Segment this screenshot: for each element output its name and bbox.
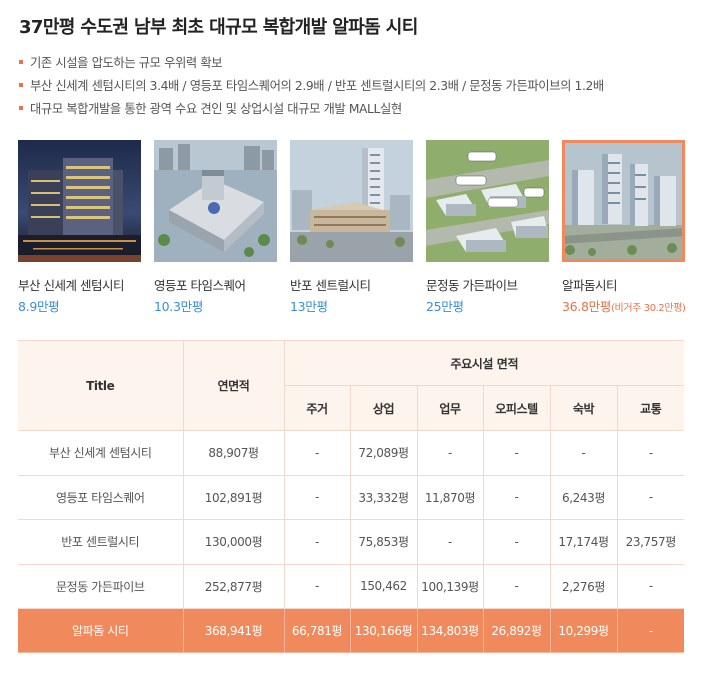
table-cell: - (284, 474, 351, 520)
subcolumn-header: 업무 (417, 385, 484, 431)
card-name: 알파돔시티 (562, 278, 618, 293)
table-cell: 150,462 (350, 563, 418, 609)
card-name: 문정동 가든파이브 (426, 278, 518, 293)
row-area: 130,000평 (183, 519, 285, 565)
table-cell: - (617, 563, 685, 609)
table-cell: - (550, 430, 618, 476)
subcolumn-header: 주거 (284, 385, 351, 431)
terminal-tower-rendering (290, 140, 413, 262)
card-size: 10.3만평 (154, 299, 204, 314)
row-area: 88,907평 (183, 430, 285, 476)
table-cell: 17,174평 (550, 519, 618, 565)
table-cell: 66,781평 (284, 608, 351, 653)
bullet-text: 기존 시설을 압도하는 규모 우위력 확보 (30, 56, 223, 70)
comparison-card-alphadom: 알파돔시티 36.8만평(비거주 30.2만평) (562, 140, 686, 315)
table-cell: 23,757평 (617, 519, 685, 565)
table-cell: - (417, 519, 484, 565)
card-size: 13만평 (290, 299, 328, 314)
column-header-area: 연면적 (183, 340, 285, 431)
table-cell: 33,332평 (350, 474, 418, 520)
bullet-item: 대규모 복합개발을 통한 광역 수요 견인 및 상업시설 대규모 개발 MALL… (19, 98, 604, 121)
row-area: 252,877평 (183, 563, 285, 609)
square-bullet-icon (19, 105, 23, 110)
bullet-text: 부산 신세계 센텀시티의 3.4배 / 영등포 타임스퀘어의 2.9배 / 반포… (30, 79, 604, 93)
table-row-highlight: 알파돔 시티 368,941평 66,781평 130,166평 134,803… (18, 608, 685, 653)
bullet-item: 부산 신세계 센텀시티의 3.4배 / 영등포 타임스퀘어의 2.9배 / 반포… (19, 75, 604, 98)
table-cell: 6,243평 (550, 474, 618, 520)
department-store-night-photo (18, 140, 141, 262)
subcolumn-header: 오피스텔 (483, 385, 551, 431)
table-cell: - (483, 474, 551, 520)
table-header-row: Title 연면적 주요시설 면적 (18, 340, 685, 431)
table-cell: 75,853평 (350, 519, 418, 565)
bullet-item: 기존 시설을 압도하는 규모 우위력 확보 (19, 52, 604, 75)
comparison-card-centum: 부산 신세계 센텀시티 8.9만평 (18, 140, 141, 315)
column-header-title: Title (18, 340, 184, 431)
row-name: 부산 신세계 센텀시티 (18, 430, 184, 476)
table-cell: 11,870평 (417, 474, 484, 520)
table-cell: 2,276평 (550, 563, 618, 609)
subcolumn-header: 교통 (617, 385, 685, 431)
comparison-card-timesquare: 영등포 타임스퀘어 10.3만평 (154, 140, 277, 315)
table-cell: - (483, 563, 551, 609)
card-size: 25만평 (426, 299, 464, 314)
table-cell: - (483, 519, 551, 565)
comparison-card-gardenfive: 문정동 가든파이브 25만평 (426, 140, 549, 315)
complex-map-rendering (426, 140, 549, 262)
bullet-text: 대규모 복합개발을 통한 광역 수요 견인 및 상업시설 대규모 개발 MALL… (30, 102, 402, 116)
table-row: 영등포 타임스퀘어 102,891평 - 33,332평 11,870평 - 6… (18, 474, 685, 520)
table-cell: - (284, 519, 351, 565)
table-cell: 130,166평 (350, 608, 418, 653)
card-size: 8.9만평 (18, 299, 60, 314)
card-name: 영등포 타임스퀘어 (154, 278, 246, 293)
table-cell: - (284, 430, 351, 476)
square-bullet-icon (19, 59, 23, 64)
row-name: 문정동 가든파이브 (18, 563, 184, 609)
comparison-card-centralcity: 반포 센트럴시티 13만평 (290, 140, 413, 315)
square-bullet-icon (19, 82, 23, 87)
page-title: 37만평 수도권 남부 최초 대규모 복합개발 알파돔 시티 (19, 17, 418, 38)
card-size-note: (비거주 30.2만평) (611, 303, 686, 314)
table-cell: - (617, 474, 685, 520)
table-cell: 134,803평 (417, 608, 484, 653)
row-area: 368,941평 (183, 608, 285, 653)
table-cell: - (483, 430, 551, 476)
table-cell: - (417, 430, 484, 476)
table-row: 반포 센트럴시티 130,000평 - 75,853평 - - 17,174평 … (18, 519, 685, 565)
table-cell: 72,089평 (350, 430, 418, 476)
card-name: 부산 신세계 센텀시티 (18, 278, 124, 293)
mall-aerial-rendering (154, 140, 277, 262)
table-cell: - (617, 430, 685, 476)
table-cell: 10,299평 (550, 608, 618, 653)
table-cell: 26,892평 (483, 608, 551, 653)
alphadom-city-rendering (562, 140, 685, 262)
table-cell: - (617, 608, 685, 653)
row-area: 102,891평 (183, 474, 285, 520)
facility-area-table: Title 연면적 주요시설 면적 주거 상업 업무 오피스텔 숙박 교통 부산… (18, 340, 685, 653)
table-cell: - (284, 563, 351, 609)
row-name: 반포 센트럴시티 (18, 519, 184, 565)
subcolumn-header: 상업 (350, 385, 418, 431)
card-size: 36.8만평(비거주 30.2만평) (562, 299, 686, 314)
column-group-header: 주요시설 면적 (284, 340, 685, 386)
row-name: 영등포 타임스퀘어 (18, 474, 184, 520)
subcolumn-header: 숙박 (550, 385, 618, 431)
table-row: 문정동 가든파이브 252,877평 - 150,462 100,139평 - … (18, 563, 685, 609)
table-row: 부산 신세계 센텀시티 88,907평 - 72,089평 - - - - (18, 430, 685, 476)
comparison-cards: 부산 신세계 센텀시티 8.9만평 영등포 타임스퀘어 10.3만평 반포 센트… (18, 140, 688, 315)
table-cell: 100,139평 (417, 563, 484, 609)
row-name: 알파돔 시티 (18, 608, 184, 653)
card-name: 반포 센트럴시티 (290, 278, 371, 293)
feature-bullet-list: 기존 시설을 압도하는 규모 우위력 확보 부산 신세계 센텀시티의 3.4배 … (19, 52, 604, 121)
